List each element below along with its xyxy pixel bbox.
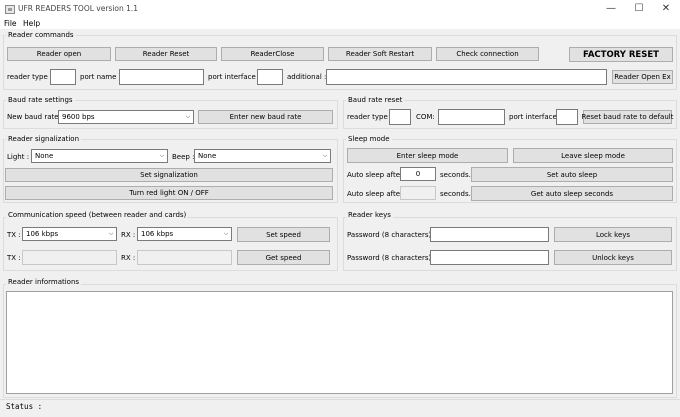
check-connection-button[interactable]: Check connection — [436, 47, 539, 61]
reader-open-button[interactable]: Reader open — [7, 47, 111, 61]
reader-keys-title: Reader keys — [346, 211, 393, 219]
password-label: Password (8 characters) : — [347, 231, 436, 239]
reader-commands-title: Reader commands — [6, 31, 76, 39]
reader-info-textarea[interactable] — [6, 291, 673, 394]
chevron-down-icon: ⌵ — [223, 230, 229, 237]
additional-input[interactable] — [326, 69, 607, 85]
lock-password-input[interactable] — [430, 227, 549, 242]
app-icon — [5, 5, 15, 14]
title-bar: UFR READERS TOOL version 1.1 — ☐ ✕ — [0, 0, 680, 18]
chevron-down-icon: ⌵ — [322, 152, 328, 159]
reader-close-button[interactable]: ReaderClose — [221, 47, 324, 61]
status-label: Status : — [6, 402, 43, 411]
reader-type-label: reader type : — [7, 73, 53, 81]
reader-reset-button[interactable]: Reader Reset — [115, 47, 217, 61]
beep-label: Beep : — [172, 153, 195, 161]
reader-type-input[interactable] — [50, 69, 76, 85]
baud-reset-port-interface-label: port interface: — [509, 113, 560, 121]
port-name-input[interactable] — [119, 69, 204, 85]
maximize-icon[interactable]: ☐ — [626, 2, 652, 16]
reader-open-ex-button[interactable]: Reader Open Ex — [612, 70, 673, 84]
light-label: Light : — [7, 153, 30, 161]
factory-reset-button[interactable]: FACTORY RESET — [569, 47, 673, 62]
get-auto-sleep-button[interactable]: Get auto sleep seconds — [471, 186, 673, 201]
tx-speed-readout — [22, 250, 117, 265]
baud-reset-reader-type-label: reader type — [347, 113, 388, 121]
reader-info-title: Reader informations — [6, 278, 82, 286]
enter-sleep-button[interactable]: Enter sleep mode — [347, 148, 508, 163]
menu-help[interactable]: Help — [23, 18, 40, 29]
com-input[interactable] — [438, 109, 505, 125]
baud-reset-title: Baud rate reset — [346, 96, 405, 104]
rx-speed-readout — [137, 250, 232, 265]
chevron-down-icon: ⌵ — [108, 230, 114, 237]
red-light-toggle-button[interactable]: Turn red light ON / OFF — [5, 186, 333, 200]
beep-select[interactable]: None ⌵ — [194, 149, 331, 163]
auto-sleep-after-label: Auto sleep after — [347, 171, 403, 179]
minimize-icon[interactable]: — — [598, 2, 624, 16]
window-title: UFR READERS TOOL version 1.1 — [18, 4, 139, 13]
tx-label-2: TX : — [7, 254, 21, 262]
sleep-mode-title: Sleep mode — [346, 135, 392, 143]
close-icon[interactable]: ✕ — [653, 2, 679, 16]
reset-baud-default-button[interactable]: Reset baud rate to default — [582, 110, 673, 124]
baud-reset-port-interface-input[interactable] — [556, 109, 578, 125]
beep-value: None — [198, 152, 217, 160]
status-bar: Status : — [0, 399, 680, 417]
unlock-password-input[interactable] — [430, 250, 549, 265]
rx-speed-value: 106 kbps — [141, 230, 174, 238]
set-speed-button[interactable]: Set speed — [237, 227, 330, 242]
auto-sleep-after-label-2: Auto sleep after — [347, 190, 403, 198]
baud-settings-title: Baud rate settings — [6, 96, 75, 104]
additional-label: additional : — [287, 73, 327, 81]
chevron-down-icon: ⌵ — [159, 152, 165, 159]
auto-sleep-seconds-input[interactable]: 0 — [400, 167, 436, 181]
tx-speed-select[interactable]: 106 kbps ⌵ — [22, 227, 117, 241]
light-select[interactable]: None ⌵ — [31, 149, 168, 163]
new-baud-select[interactable]: 9600 bps ⌵ — [58, 110, 194, 124]
seconds-label-2: seconds. — [440, 190, 471, 198]
set-auto-sleep-button[interactable]: Set auto sleep — [471, 167, 673, 182]
new-baud-value: 9600 bps — [62, 113, 95, 121]
reader-soft-restart-button[interactable]: Reader Soft Restart — [328, 47, 432, 61]
leave-sleep-button[interactable]: Leave sleep mode — [513, 148, 673, 163]
port-interface-label: port interface : — [208, 73, 261, 81]
new-baud-label: New baud rate: — [7, 113, 61, 121]
menu-file[interactable]: File — [4, 18, 17, 29]
password-label-2: Password (8 characters) : — [347, 254, 436, 262]
port-interface-input[interactable] — [257, 69, 283, 85]
com-label: COM: — [416, 113, 435, 121]
tx-label: TX : — [7, 231, 21, 239]
unlock-keys-button[interactable]: Unlock keys — [554, 250, 672, 265]
port-name-label: port name : — [80, 73, 122, 81]
signalization-title: Reader signalization — [6, 135, 82, 143]
lock-keys-button[interactable]: Lock keys — [554, 227, 672, 242]
enter-new-baud-button[interactable]: Enter new baud rate — [198, 110, 333, 124]
comm-speed-title: Communication speed (between reader and … — [6, 211, 189, 219]
menu-bar: File Help — [0, 18, 680, 29]
get-speed-button[interactable]: Get speed — [237, 250, 330, 265]
rx-label: RX : — [121, 231, 136, 239]
auto-sleep-seconds-readout — [400, 186, 436, 200]
chevron-down-icon: ⌵ — [185, 113, 191, 120]
rx-label-2: RX : — [121, 254, 136, 262]
rx-speed-select[interactable]: 106 kbps ⌵ — [137, 227, 232, 241]
seconds-label: seconds. — [440, 171, 471, 179]
light-value: None — [35, 152, 54, 160]
baud-reset-reader-type-input[interactable] — [389, 109, 411, 125]
set-signalization-button[interactable]: Set signalization — [5, 168, 333, 182]
tx-speed-value: 106 kbps — [26, 230, 59, 238]
